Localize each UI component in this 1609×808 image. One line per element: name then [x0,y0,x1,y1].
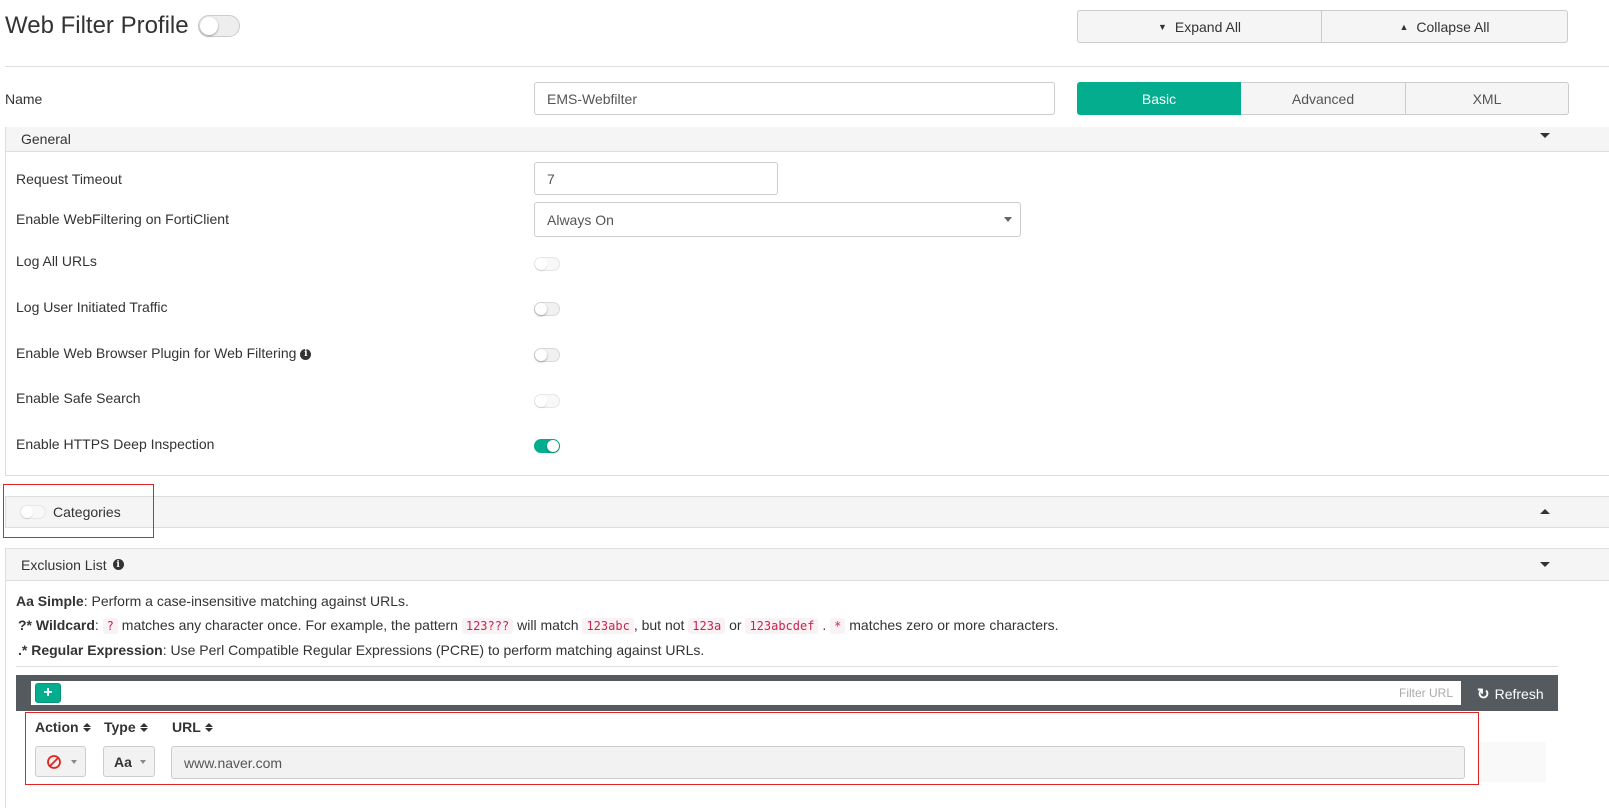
browser-plugin-label: Enable Web Browser Plugin for Web Filter… [16,345,312,361]
refresh-button[interactable]: ↻ Refresh [1477,685,1544,703]
info-icon[interactable]: i [300,348,312,360]
enable-webfiltering-select[interactable]: Always On [534,202,1021,237]
add-button[interactable]: + [35,683,61,703]
name-input[interactable]: EMS-Webfilter [534,82,1055,115]
categories-panel-header[interactable] [6,497,1609,527]
log-user-traffic-toggle[interactable] [534,302,560,316]
categories-panel [5,496,1609,528]
name-label: Name [5,91,43,107]
wildcard-description: ?* Wildcard: ? matches any character onc… [18,617,1059,634]
refresh-icon: ↻ [1477,686,1490,703]
highlight-box [25,712,1479,785]
log-all-urls-toggle[interactable] [534,257,560,271]
regex-description: .* Regular Expression: Use Perl Compatib… [18,642,705,658]
caret-up-icon: ▲ [1399,21,1409,32]
tab-advanced[interactable]: Advanced [1241,82,1406,115]
tab-basic[interactable]: Basic [1077,82,1241,115]
filter-url-input[interactable]: Filter URL [31,681,1461,705]
info-icon[interactable]: i [112,559,124,570]
log-user-traffic-label: Log User Initiated Traffic [16,299,168,315]
highlight-box [3,484,154,538]
chevron-down-icon[interactable] [1540,133,1550,138]
chevron-down-icon[interactable] [1540,562,1550,567]
log-all-urls-label: Log All URLs [16,253,97,269]
collapse-all-button[interactable]: ▲ Collapse All [1322,10,1568,43]
profile-toggle[interactable] [198,15,240,37]
request-timeout-label: Request Timeout [16,171,122,187]
chevron-down-icon [1004,217,1012,222]
safe-search-toggle[interactable] [534,394,560,408]
table-row-bg [1478,742,1546,782]
general-panel: General [5,127,1609,476]
exclusion-panel-header[interactable]: Exclusion List i [6,549,1609,581]
tab-xml[interactable]: XML [1406,82,1569,115]
expand-all-button[interactable]: ▼ Expand All [1077,10,1322,43]
request-timeout-input[interactable]: 7 [534,162,778,195]
safe-search-label: Enable Safe Search [16,390,141,406]
https-inspection-toggle[interactable] [534,439,560,453]
header-divider [5,66,1609,67]
simple-description: Aa Simple: Perform a case-insensitive ma… [16,593,409,609]
chevron-up-icon[interactable] [1540,509,1550,514]
exclusion-divider [16,666,1558,667]
enable-webfiltering-label: Enable WebFiltering on FortiClient [16,211,229,227]
general-panel-header[interactable]: General [6,127,1609,152]
https-inspection-label: Enable HTTPS Deep Inspection [16,436,215,452]
page-title: Web Filter Profile [5,12,189,39]
browser-plugin-toggle[interactable] [534,348,560,362]
caret-down-icon: ▼ [1157,21,1167,32]
